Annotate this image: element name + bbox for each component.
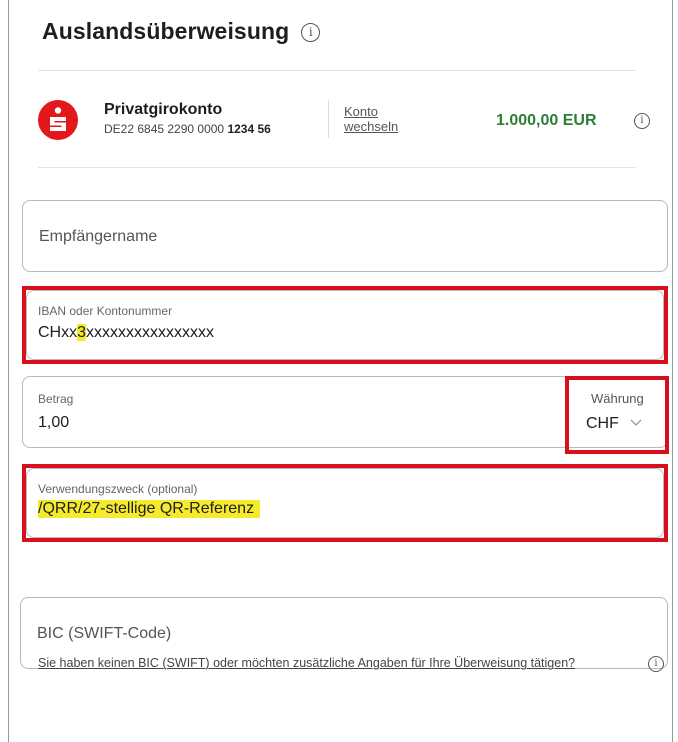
balance-info-icon[interactable]: i <box>634 113 650 129</box>
purpose-label: Verwendungszweck (optional) <box>38 482 198 496</box>
account-iban-prefix: DE22 6845 2290 0000 <box>104 122 225 136</box>
iban-value-prefix: CHxx <box>38 324 78 341</box>
account-separator <box>328 100 329 138</box>
bic-help-info-icon[interactable]: i <box>648 656 664 672</box>
currency-value: CHF <box>586 415 619 432</box>
account-iban: DE22 6845 2290 0000 1234 56 <box>104 122 271 136</box>
bic-placeholder: BIC (SWIFT-Code) <box>37 625 172 642</box>
chevron-down-icon <box>630 419 642 426</box>
account-name: Privatgirokonto <box>104 101 223 118</box>
divider-account <box>38 167 636 168</box>
amount-field[interactable]: Betrag 1,00 <box>22 376 668 448</box>
title-row: Auslandsüberweisung i <box>42 18 321 45</box>
info-icon[interactable]: i <box>301 23 321 42</box>
frame-left-border <box>8 0 9 742</box>
iban-value: CHxx3xxxxxxxxxxxxxxxx <box>38 324 214 342</box>
switch-account-link[interactable]: Konto wechseln <box>344 104 398 134</box>
recipient-name-field[interactable]: Empfängername <box>22 200 668 272</box>
account-balance: 1.000,00 EUR <box>496 112 597 129</box>
iban-value-suffix: xxxxxxxxxxxxxxxx <box>86 324 215 341</box>
iban-label: IBAN oder Kontonummer <box>38 304 173 318</box>
recipient-name-placeholder: Empfängername <box>39 228 158 245</box>
purpose-field[interactable]: Verwendungszweck (optional) /QRR/27-stel… <box>26 468 664 538</box>
sparkasse-logo <box>38 100 78 140</box>
bic-help-link[interactable]: Sie haben keinen BIC (SWIFT) oder möchte… <box>38 656 575 670</box>
account-iban-suffix: 1234 56 <box>227 122 271 136</box>
switch-account-line1: Konto <box>344 104 378 119</box>
switch-account-line2: wechseln <box>344 119 399 134</box>
purpose-value: /QRR/27-stellige QR-Referenz <box>38 500 261 518</box>
amount-value: 1,00 <box>38 414 70 431</box>
divider-top <box>38 70 636 71</box>
currency-label: Währung <box>591 391 644 406</box>
amount-label: Betrag <box>38 392 74 406</box>
page-title: Auslandsüberweisung <box>42 18 290 44</box>
iban-field[interactable]: IBAN oder Kontonummer CHxx3xxxxxxxxxxxxx… <box>26 290 664 360</box>
frame-right-border <box>672 0 673 742</box>
iban-value-highlight: 3 <box>77 324 87 341</box>
